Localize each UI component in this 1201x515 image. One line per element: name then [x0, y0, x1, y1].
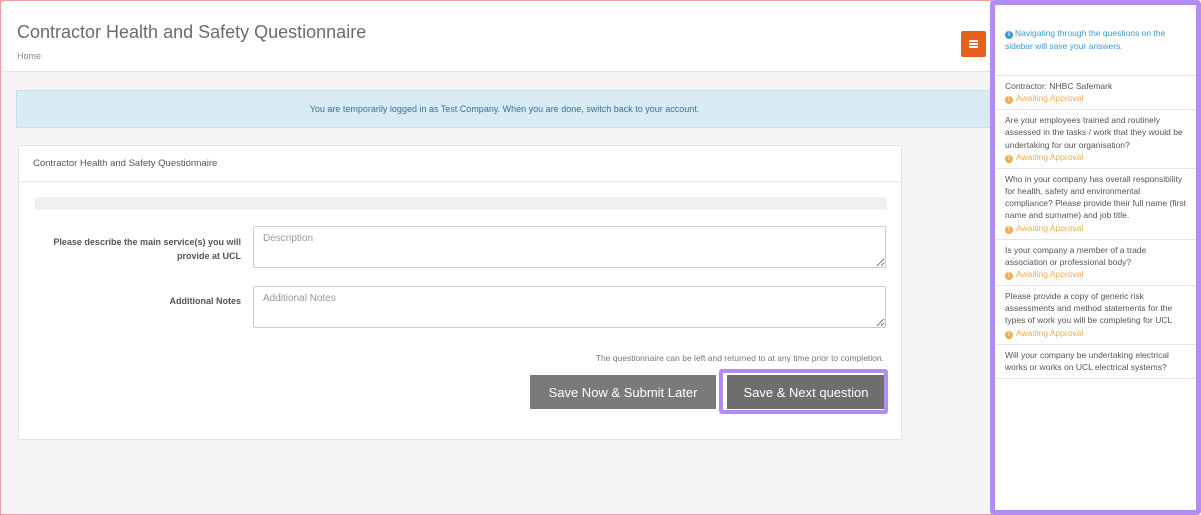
progress-bar [35, 197, 887, 210]
sidebar-question-item[interactable]: Contractor: NHBC Safemark! Awaiting Appro… [995, 76, 1196, 111]
alert-text: You are temporarily logged in as Test Co… [309, 104, 700, 114]
breadcrumb-home-link[interactable]: Home [17, 51, 41, 61]
warning-icon: ! [1005, 272, 1013, 281]
info-icon: i [1005, 31, 1013, 39]
additional-notes-label: Additional Notes [169, 296, 242, 306]
additional-notes-input[interactable] [253, 286, 886, 328]
sidebar-status-text: Awaiting Approval [1016, 222, 1084, 233]
save-later-button[interactable]: Save Now & Submit Later [530, 375, 716, 409]
sidebar-status: ! Awaiting Approval [1005, 222, 1188, 234]
sidebar-question-text: Is your company a member of a trade asso… [1005, 244, 1147, 267]
warning-icon: ! [1005, 154, 1013, 163]
sidebar-notice: i Navigating through the questions on the… [995, 5, 1196, 76]
questions-sidebar: i Navigating through the questions on the… [990, 0, 1201, 515]
impersonation-alert: You are temporarily logged in as Test Co… [16, 90, 993, 128]
sidebar-question-item[interactable]: Are your employees trained and routinely… [995, 110, 1196, 169]
sidebar-question-item[interactable]: Who in your company has overall responsi… [995, 169, 1196, 240]
hamburger-menu-icon [969, 40, 978, 48]
sidebar-question-text: Will your company be undertaking electri… [1005, 349, 1169, 372]
warning-icon: ! [1005, 96, 1013, 105]
sidebar-status: ! Awaiting Approval [1005, 92, 1188, 105]
sidebar-question-item[interactable]: Please provide a copy of generic risk as… [995, 286, 1196, 345]
main-content-area: Contractor Health and Safety Questionnai… [0, 0, 993, 515]
questionnaire-panel: Contractor Health and Safety Questionnai… [18, 145, 902, 440]
warning-icon: ! [1005, 225, 1013, 234]
page-header: Contractor Health and Safety Questionnai… [2, 2, 992, 72]
breadcrumb[interactable]: Home [17, 51, 41, 61]
sidebar-question-text: Who in your company has overall responsi… [1005, 173, 1186, 221]
sidebar-status-text: Awaiting Approval [1016, 327, 1084, 338]
sidebar-status-text: Awaiting Approval [1016, 93, 1084, 104]
panel-heading-text: Contractor Health and Safety Questionnai… [33, 158, 218, 169]
sidebar-question-list: Contractor: NHBC Safemark! Awaiting Appro… [995, 76, 1196, 380]
panel-heading: Contractor Health and Safety Questionnai… [19, 146, 901, 182]
save-next-button[interactable]: Save & Next question [727, 375, 885, 409]
sidebar-question-item[interactable]: Will your company be undertaking electri… [995, 345, 1196, 380]
menu-button[interactable] [961, 31, 986, 57]
sidebar-status-text: Awaiting Approval [1016, 269, 1084, 280]
help-text: The questionnaire can be left and return… [595, 353, 884, 363]
sidebar-question-text: Please provide a copy of generic risk as… [1005, 291, 1173, 326]
sidebar-status-text: Awaiting Approval [1016, 151, 1084, 162]
service-description-label: Please describe the main service(s) you … [53, 237, 241, 261]
page-title: Contractor Health and Safety Questionnai… [17, 22, 367, 42]
sidebar-status: ! Awaiting Approval [1005, 151, 1188, 163]
warning-icon: ! [1005, 330, 1013, 339]
sidebar-notice-text: Navigating through the questions on the … [1005, 28, 1166, 51]
sidebar-status: ! Awaiting Approval [1005, 268, 1188, 281]
sidebar-question-item[interactable]: Is your company a member of a trade asso… [995, 240, 1196, 287]
sidebar-status: ! Awaiting Approval [1005, 327, 1188, 339]
sidebar-question-text: Are your employees trained and routinely… [1005, 115, 1183, 150]
sidebar-question-text: Contractor: NHBC Safemark [1005, 81, 1113, 91]
service-description-input[interactable] [253, 226, 886, 268]
